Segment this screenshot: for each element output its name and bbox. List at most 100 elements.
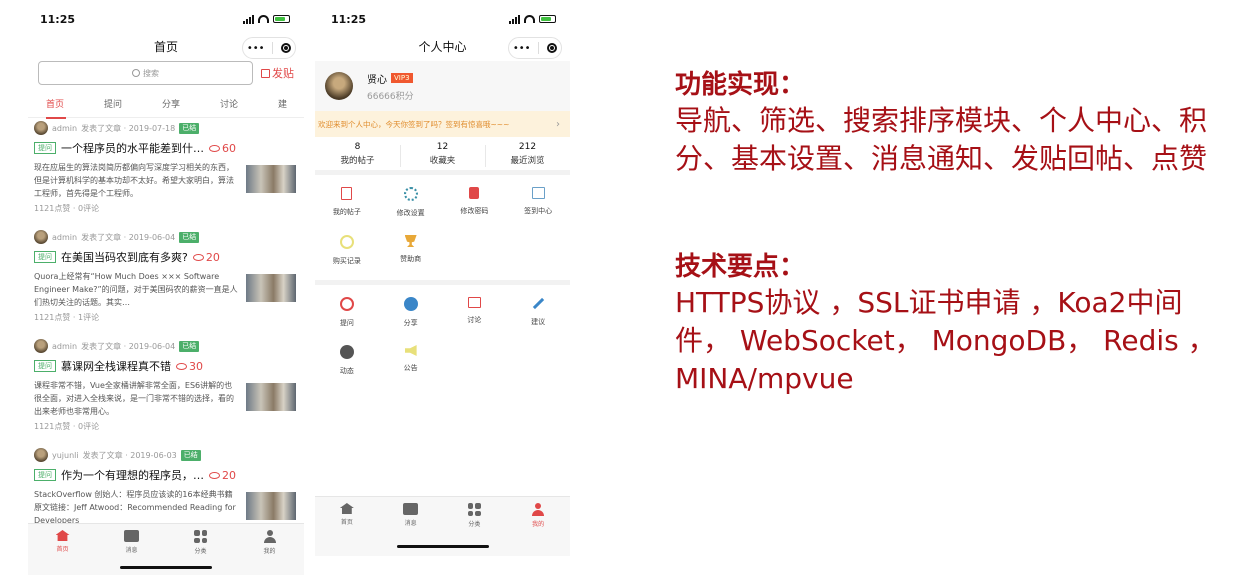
message-icon [403, 503, 419, 515]
search-input[interactable]: 搜索 [38, 61, 253, 85]
grid-share[interactable]: 分享 [379, 297, 443, 328]
post-thumbnail[interactable] [246, 165, 296, 193]
tabbar-home[interactable]: 首页 [28, 524, 97, 575]
grid-purchases[interactable]: 购买记录 [315, 235, 379, 266]
grid-activity[interactable]: 动态 [315, 345, 379, 376]
miniprogram-capsule[interactable]: ••• [242, 37, 296, 59]
post-tag: 提问 [34, 469, 56, 481]
nav-bar: 个人中心 ••• [315, 37, 570, 59]
avatar[interactable] [34, 121, 48, 135]
home-indicator [120, 566, 212, 569]
home-icon [339, 503, 354, 514]
bottom-tabbar: 首页 消息 分类 我的 [28, 523, 304, 575]
edit-icon [261, 68, 270, 78]
post-author[interactable]: yujunli [52, 451, 79, 460]
function-grid: 我的帖子 修改设置 修改密码 签到中心 购买记录 赞助商 [315, 175, 570, 266]
page-title: 首页 [153, 40, 178, 54]
slide-notes: 功能实现： 导航、筛选、搜索排序模块、个人中心、积分、基本设置、消息通知、发贴回… [675, 68, 1235, 398]
post-meta: 发表了文章 · 2019-07-18 [81, 123, 176, 133]
grid-question[interactable]: 提问 [315, 297, 379, 328]
tabbar-home[interactable]: 首页 [315, 497, 379, 556]
new-post-label: 发贴 [272, 67, 294, 80]
post-tag: 提问 [34, 360, 56, 372]
post-title[interactable]: 在美国当码农到底有多爽? [61, 249, 188, 265]
signal-icon [509, 14, 520, 24]
signal-icon [243, 14, 254, 24]
community-grid: 提问 分享 讨论 建议 动态 公告 [315, 285, 570, 376]
post-thumbnail[interactable] [246, 274, 296, 302]
notice-text: 欢迎来到个人中心，今天你签到了吗？签到有惊喜哦~~~ [318, 119, 510, 129]
post-tag: 提问 [34, 142, 56, 154]
grid-suggest[interactable]: 建议 [506, 297, 570, 328]
stat-my-posts[interactable]: 8 我的帖子 [315, 142, 400, 166]
category-tabs: 首页 提问 分享 讨论 建 [28, 90, 304, 119]
tab-suggest[interactable]: 建 [278, 97, 298, 110]
grid-sponsors[interactable]: 赞助商 [379, 235, 443, 266]
tab-discuss[interactable]: 讨论 [220, 97, 278, 110]
grid-discuss[interactable]: 讨论 [443, 297, 507, 328]
status-bar: 11:25 [315, 0, 570, 38]
tabbar-profile[interactable]: 我的 [506, 497, 570, 556]
post-title[interactable]: 一个程序员的水平能差到什… [61, 140, 204, 156]
eye-icon [192, 253, 204, 261]
grid-my-posts[interactable]: 我的帖子 [315, 187, 379, 218]
post-author[interactable]: admin [52, 233, 77, 242]
grid-icon [194, 530, 207, 543]
tab-home[interactable]: 首页 [46, 97, 104, 119]
eye-icon [209, 144, 220, 152]
calendar-icon [531, 187, 545, 199]
post-thumbnail[interactable] [246, 492, 296, 520]
profile-header[interactable]: 贤心 VIP3 66666积分 [315, 61, 570, 111]
post-meta: 发表了文章 · 2019-06-03 [82, 450, 177, 460]
avatar[interactable] [34, 230, 48, 244]
avatar[interactable] [325, 72, 353, 100]
stat-favorites[interactable]: 12 收藏夹 [400, 142, 485, 167]
miniprogram-capsule[interactable]: ••• [508, 37, 562, 59]
megaphone-icon [404, 345, 417, 356]
tab-share[interactable]: 分享 [162, 97, 220, 110]
more-icon[interactable]: ••• [247, 43, 265, 54]
username: 贤心 [367, 74, 387, 86]
page-title: 个人中心 [418, 40, 467, 54]
post-author[interactable]: admin [52, 124, 77, 133]
bottom-tabbar: 首页 消息 分类 我的 [315, 496, 570, 556]
features-heading: 功能实现： [675, 70, 806, 100]
status-bar: 11:25 [28, 0, 304, 38]
battery-icon [539, 15, 556, 23]
list-item[interactable]: admin 发表了文章 · 2019-07-18 已结 提问 一个程序员的水平能… [34, 118, 296, 227]
status-badge: 已结 [179, 340, 200, 352]
post-title[interactable]: 慕课网全栈课程真不错 [61, 358, 171, 374]
grid-announcement[interactable]: 公告 [379, 345, 443, 376]
battery-icon [273, 15, 290, 23]
eye-icon [209, 471, 220, 479]
avatar[interactable] [34, 339, 48, 353]
post-author[interactable]: admin [52, 342, 77, 351]
signin-notice[interactable]: 欢迎来到个人中心，今天你签到了吗？签到有惊喜哦~~~ › [315, 111, 570, 137]
post-title[interactable]: 作为一个有理想的程序员，… [61, 467, 204, 483]
close-miniprogram-icon[interactable] [281, 43, 292, 53]
list-item[interactable]: admin 发表了文章 · 2019-06-04 已结 提问 慕课网全栈课程真不… [34, 336, 296, 445]
chat-icon [467, 297, 481, 308]
wifi-icon [258, 15, 269, 23]
new-post-button[interactable]: 发贴 [261, 65, 294, 81]
grid-signin[interactable]: 签到中心 [506, 187, 570, 218]
grid-settings[interactable]: 修改设置 [379, 187, 443, 218]
post-thumbnail[interactable] [246, 383, 296, 411]
tech-text: HTTPS协议 ，SSL证书申请 ，Koa2中间件， WebSocket， Mo… [675, 286, 1216, 395]
status-time: 11:25 [331, 12, 367, 26]
status-badge: 已结 [179, 231, 200, 243]
gear-icon [403, 187, 418, 201]
list-item[interactable]: admin 发表了文章 · 2019-06-04 已结 提问 在美国当码农到底有… [34, 227, 296, 336]
stat-recent[interactable]: 212 最近浏览 [485, 142, 570, 167]
tab-question[interactable]: 提问 [104, 97, 162, 110]
more-icon[interactable]: ••• [513, 43, 531, 54]
tabbar-profile[interactable]: 我的 [235, 524, 304, 575]
grid-password[interactable]: 修改密码 [443, 187, 507, 218]
avatar[interactable] [34, 448, 48, 462]
points: 66666积分 [367, 91, 414, 102]
status-badge: 已结 [179, 122, 200, 134]
vip-badge: VIP3 [391, 73, 413, 83]
close-miniprogram-icon[interactable] [547, 43, 558, 53]
lock-icon [469, 187, 480, 199]
post-stats: 1121点赞 · 0评论 [34, 422, 100, 431]
